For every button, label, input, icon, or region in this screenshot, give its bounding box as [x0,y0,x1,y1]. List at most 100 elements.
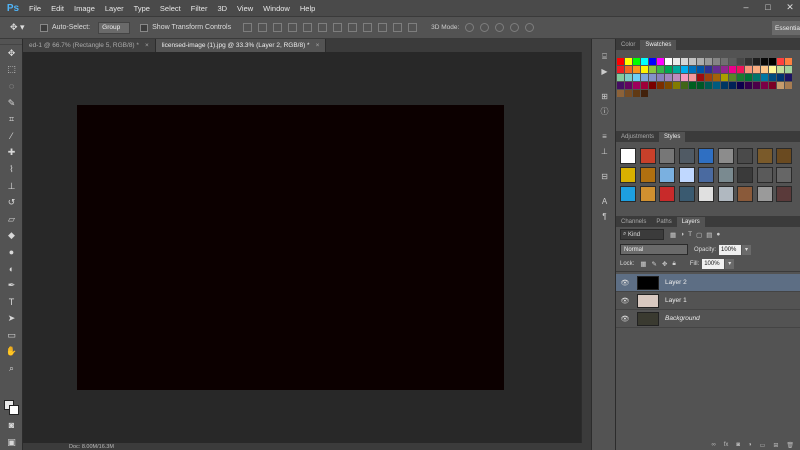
filter-toggle-icon[interactable]: ● [716,231,720,239]
color-swatch[interactable] [753,66,760,73]
color-swatch[interactable] [617,74,624,81]
menu-select[interactable]: Select [155,4,186,13]
style-preset[interactable] [717,148,734,164]
adjustment-filter-icon[interactable]: ◑ [680,231,684,239]
vertical-scrollbar[interactable] [581,52,591,443]
style-preset[interactable] [678,148,695,164]
eraser-tool-icon[interactable]: ▱ [0,211,23,228]
color-swatch[interactable] [769,58,776,65]
align-top-icon[interactable] [243,23,253,32]
color-swatch[interactable] [737,66,744,73]
color-swatch[interactable] [633,58,640,65]
color-swatch[interactable] [633,90,640,97]
color-swatch[interactable] [697,74,704,81]
color-swatch[interactable] [641,90,648,97]
color-swatch[interactable] [657,58,664,65]
menu-window[interactable]: Window [258,4,295,13]
zoom-tool-icon[interactable]: ⌕ [0,360,23,377]
style-preset[interactable] [756,148,773,164]
color-swatch[interactable] [697,66,704,73]
opacity-field[interactable]: 100% [719,244,742,255]
color-swatch[interactable] [649,58,656,65]
visibility-eye-icon[interactable]: 👁︎ [616,297,634,305]
close-tab-icon[interactable]: × [316,42,320,49]
fill-field[interactable]: 100% [702,259,725,269]
lasso-tool-icon[interactable]: ◌ [0,78,23,95]
color-swatch[interactable] [617,90,624,97]
style-preset[interactable] [659,167,675,183]
workspace-switcher[interactable]: Essentials [772,21,800,35]
menu-file[interactable]: File [24,4,46,13]
style-preset[interactable] [620,186,636,202]
color-swatch[interactable] [689,58,696,65]
color-swatch[interactable] [721,66,728,73]
color-swatch[interactable] [657,74,664,81]
color-swatch[interactable] [681,74,688,81]
color-swatch[interactable] [769,66,776,73]
lock-all-icon[interactable]: 🔒︎ [672,260,675,268]
style-preset[interactable] [678,167,695,183]
pen-tool-icon[interactable]: ✒ [0,277,23,294]
style-preset[interactable] [717,167,734,183]
color-swatch[interactable] [729,82,736,89]
color-swatch[interactable] [617,58,624,65]
path-selection-tool-icon[interactable]: ➤ [0,311,23,328]
move-tool-icon[interactable]: ✥ [0,45,23,62]
style-preset[interactable] [737,186,753,202]
style-preset[interactable] [776,148,792,164]
style-preset[interactable] [698,167,714,183]
fx-icon[interactable]: fx [724,442,729,450]
auto-select-checkbox[interactable] [40,23,48,32]
paint-bucket-tool-icon[interactable]: ◆ [0,228,23,245]
color-swatch[interactable] [673,82,680,89]
close-tab-icon[interactable]: × [145,42,149,49]
color-swatch[interactable] [705,82,712,89]
distribute-top-icon[interactable] [333,23,343,32]
smart-object-filter-icon[interactable]: ▤ [706,231,712,239]
color-swatch[interactable] [681,82,688,89]
canvas-area[interactable] [23,52,581,443]
color-swatch[interactable] [617,66,624,73]
character-panel-icon[interactable]: A [592,194,617,209]
color-swatch[interactable] [689,66,696,73]
hand-tool-icon[interactable]: ✋ [0,344,23,361]
color-swatch[interactable] [737,58,744,65]
distribute-bottom-icon[interactable] [363,23,373,32]
tab-layers[interactable]: Layers [676,217,705,227]
close-icon[interactable]: ✕ [786,3,794,12]
color-swatch[interactable] [649,66,656,73]
new-group-icon[interactable]: ▭ [760,442,766,450]
tab-channels[interactable]: Channels [616,217,651,227]
move-tool-preset-icon[interactable]: ✥ ▾ [10,21,30,35]
document-canvas[interactable] [77,105,504,390]
style-preset[interactable] [776,186,792,202]
crop-tool-icon[interactable]: ⌗ [0,111,23,128]
menu-type[interactable]: Type [129,4,155,13]
color-swatch[interactable] [745,74,752,81]
color-swatch[interactable] [649,74,656,81]
color-swatch[interactable] [737,82,744,89]
maximize-icon[interactable]: □ [764,3,772,12]
paragraph-panel-icon[interactable]: ¶ [592,209,617,224]
color-swatch[interactable] [673,58,680,65]
style-preset[interactable] [698,186,714,202]
style-preset[interactable] [698,148,714,164]
tab-adjustments[interactable]: Adjustments [616,132,659,142]
style-preset[interactable] [659,186,675,202]
menu-layer[interactable]: Layer [100,4,129,13]
properties-panel-icon[interactable]: ⊞ [592,89,617,104]
tab-paths[interactable]: Paths [651,217,676,227]
style-preset[interactable] [678,186,695,202]
style-preset[interactable] [756,186,773,202]
menu-help[interactable]: Help [295,4,320,13]
slide-3d-icon[interactable] [510,23,520,32]
marquee-tool-icon[interactable]: ⬚ [0,62,23,79]
color-swatch[interactable] [665,58,672,65]
color-swatch[interactable] [721,58,728,65]
distribute-right-icon[interactable] [408,23,418,32]
add-mask-icon[interactable]: ◙ [736,442,740,450]
lock-pixels-icon[interactable]: ✎ [652,260,657,268]
color-swatch[interactable] [625,66,632,73]
history-panel-icon[interactable]: ⌸ [592,49,617,64]
blend-mode-dropdown[interactable]: Normal [620,244,688,255]
